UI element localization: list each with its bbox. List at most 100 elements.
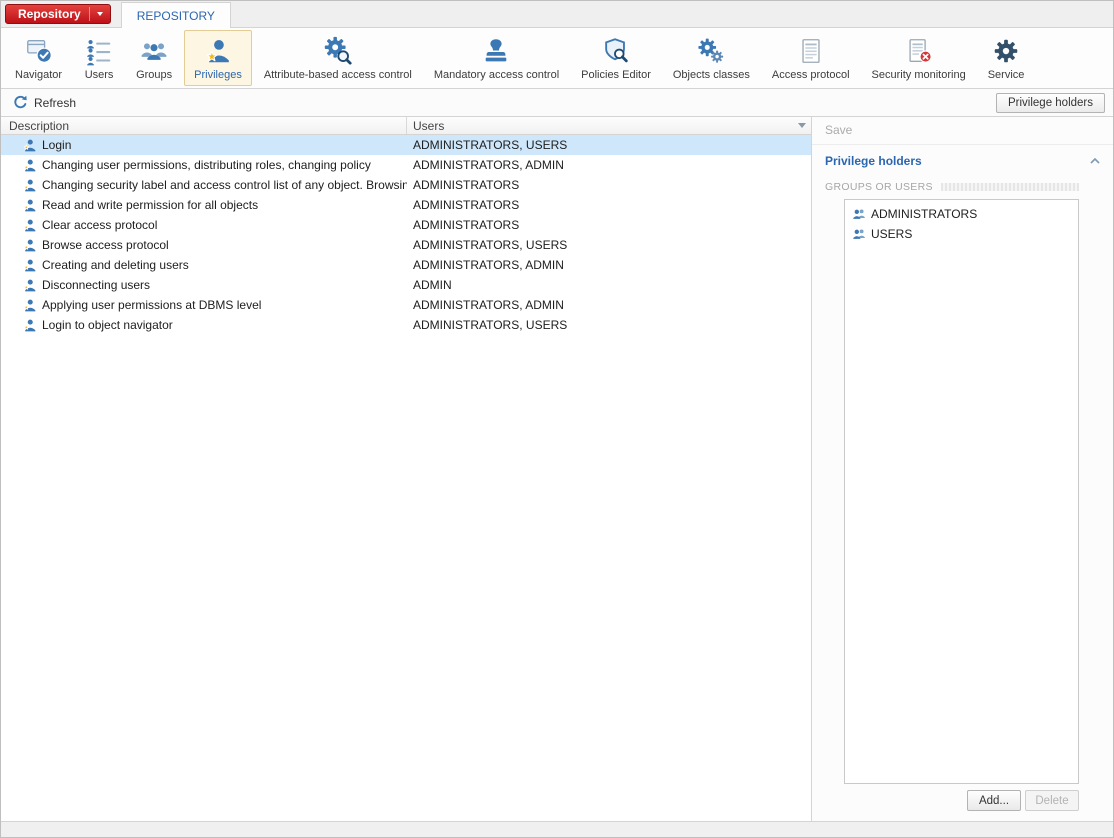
privilege-description: Login to object navigator (42, 318, 173, 332)
holders-listbox[interactable]: ADMINISTRATORS USERS (844, 199, 1079, 784)
objects-classes-icon (696, 36, 726, 66)
attribute-access-icon (323, 36, 353, 66)
refresh-button[interactable]: Refresh (7, 92, 82, 113)
table-row[interactable]: Login ADMINISTRATORS, USERS (1, 135, 811, 155)
privilege-users: ADMINISTRATORS (407, 198, 811, 212)
status-strip (1, 822, 1113, 837)
ribbon-item-security-monitoring[interactable]: Security monitoring (862, 30, 976, 86)
chevron-up-icon (1090, 158, 1100, 164)
ribbon-item-label: Access protocol (772, 69, 850, 81)
ribbon-item-label: Attribute-based access control (264, 69, 412, 81)
table-row[interactable]: Disconnecting users ADMIN (1, 275, 811, 295)
refresh-icon (13, 95, 28, 110)
ribbon-item-label: Service (988, 69, 1025, 81)
privilege-description: Clear access protocol (42, 218, 157, 232)
column-header-users[interactable]: Users (407, 119, 793, 133)
ribbon-item-navigator[interactable]: Navigator (5, 30, 72, 86)
privilege-icon (22, 178, 37, 193)
ribbon-item-attribute-based-access-control[interactable]: Attribute-based access control (254, 30, 422, 86)
privileges-icon (203, 36, 233, 66)
privilege-holders-section-header[interactable]: Privilege holders (812, 145, 1113, 175)
holder-list-item[interactable]: ADMINISTRATORS (845, 204, 1078, 224)
security-monitoring-icon (904, 36, 934, 66)
secondary-toolbar: Refresh Privilege holders (1, 89, 1113, 117)
tab-repository-label: REPOSITORY (137, 9, 215, 23)
privilege-description: Changing security label and access contr… (42, 178, 407, 192)
repository-menu-label: Repository (18, 7, 81, 21)
group-icon (852, 207, 866, 221)
ribbon-item-users[interactable]: Users (74, 30, 124, 86)
privilege-users: ADMINISTRATORS, USERS (407, 238, 811, 252)
privilege-users: ADMINISTRATORS (407, 178, 811, 192)
ribbon-item-label: Mandatory access control (434, 69, 559, 81)
table-row[interactable]: Changing user permissions, distributing … (1, 155, 811, 175)
table-row[interactable]: Login to object navigator ADMINISTRATORS… (1, 315, 811, 335)
privilege-users: ADMIN (407, 278, 811, 292)
add-button[interactable]: Add... (967, 790, 1021, 811)
privilege-users: ADMINISTRATORS, USERS (407, 138, 811, 152)
privilege-holders-toggle-button[interactable]: Privilege holders (996, 93, 1105, 113)
save-button[interactable]: Save (825, 123, 852, 137)
ribbon-item-label: Groups (136, 69, 172, 81)
groups-icon (139, 36, 169, 66)
privilege-icon (22, 238, 37, 253)
table-row[interactable]: Creating and deleting users ADMINISTRATO… (1, 255, 811, 275)
privilege-users: ADMINISTRATORS, ADMIN (407, 258, 811, 272)
privilege-icon (22, 258, 37, 273)
app-window: Repository REPOSITORY Navigator (0, 0, 1114, 838)
ribbon-item-groups[interactable]: Groups (126, 30, 182, 86)
privilege-description: Login (42, 138, 71, 152)
privileges-table: Description Users Login ADMINISTRATORS, … (1, 117, 812, 821)
column-menu-button[interactable] (793, 117, 811, 134)
top-bar: Repository REPOSITORY (1, 1, 1113, 28)
privilege-icon (22, 218, 37, 233)
ribbon-item-label: Navigator (15, 69, 62, 81)
ribbon-item-privileges[interactable]: Privileges (184, 30, 252, 86)
holder-name: ADMINISTRATORS (871, 207, 977, 221)
privilege-description: Read and write permission for all object… (42, 198, 258, 212)
privilege-description: Changing user permissions, distributing … (42, 158, 371, 172)
privilege-icon (22, 138, 37, 153)
table-row[interactable]: Clear access protocol ADMINISTRATORS (1, 215, 811, 235)
ribbon-item-objects-classes[interactable]: Objects classes (663, 30, 760, 86)
ribbon-item-label: Policies Editor (581, 69, 651, 81)
privilege-description: Disconnecting users (42, 278, 150, 292)
privilege-icon (22, 318, 37, 333)
groups-or-users-row: GROUPS OR USERS (812, 175, 1113, 197)
repository-menu-caret[interactable] (89, 7, 110, 21)
privilege-icon (22, 198, 37, 213)
privilege-users: ADMINISTRATORS, ADMIN (407, 298, 811, 312)
save-row: Save (812, 117, 1113, 145)
privilege-users: ADMINISTRATORS (407, 218, 811, 232)
table-row[interactable]: Read and write permission for all object… (1, 195, 811, 215)
delete-button[interactable]: Delete (1025, 790, 1079, 811)
table-header: Description Users (1, 117, 811, 135)
privilege-description: Browse access protocol (42, 238, 169, 252)
access-protocol-icon (796, 36, 826, 66)
ribbon-item-mandatory-access-control[interactable]: Mandatory access control (424, 30, 569, 86)
ribbon-item-label: Objects classes (673, 69, 750, 81)
table-row[interactable]: Applying user permissions at DBMS level … (1, 295, 811, 315)
group-icon (852, 227, 866, 241)
privilege-icon (22, 278, 37, 293)
table-body: Login ADMINISTRATORS, USERS Changing use… (1, 135, 811, 821)
column-header-description[interactable]: Description (1, 117, 407, 134)
tab-repository[interactable]: REPOSITORY (121, 2, 231, 28)
privilege-holders-panel: Save Privilege holders GROUPS OR USERS A… (812, 117, 1113, 821)
ribbon-item-label: Privileges (194, 69, 242, 81)
panel-buttons: Add... Delete (812, 790, 1113, 821)
table-row[interactable]: Changing security label and access contr… (1, 175, 811, 195)
repository-menu-button[interactable]: Repository (5, 4, 111, 24)
dropdown-caret-icon (97, 12, 103, 16)
table-row[interactable]: Browse access protocol ADMINISTRATORS, U… (1, 235, 811, 255)
ribbon-item-policies-editor[interactable]: Policies Editor (571, 30, 661, 86)
ribbon-item-service[interactable]: Service (978, 30, 1035, 86)
users-icon (84, 36, 114, 66)
service-gear-icon (991, 36, 1021, 66)
stamp-icon (481, 36, 511, 66)
holder-list-item[interactable]: USERS (845, 224, 1078, 244)
privilege-users: ADMINISTRATORS, USERS (407, 318, 811, 332)
main-area: Description Users Login ADMINISTRATORS, … (1, 117, 1113, 822)
ribbon-item-access-protocol[interactable]: Access protocol (762, 30, 860, 86)
privilege-icon (22, 158, 37, 173)
